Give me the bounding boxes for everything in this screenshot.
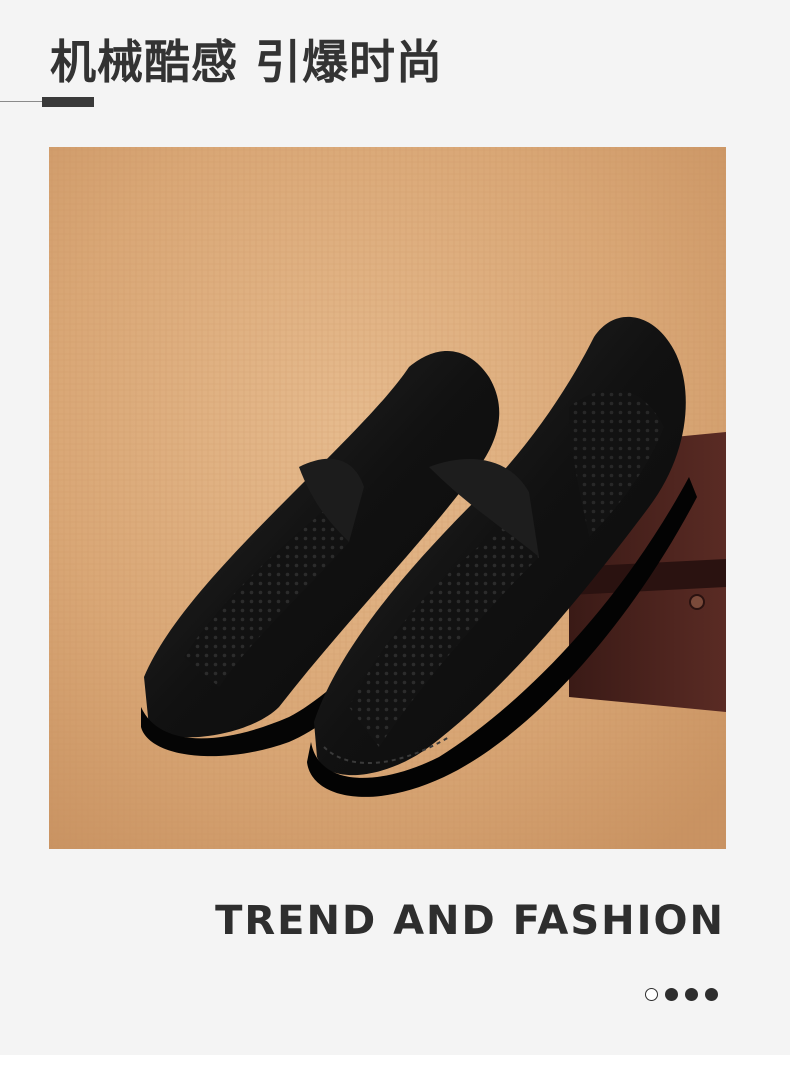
pager-dot-1[interactable] — [645, 988, 658, 1001]
footer-band — [0, 1055, 790, 1075]
title-accent-bar — [42, 97, 94, 107]
loafers-illustration — [49, 147, 726, 849]
page-title: 机械酷感 引爆时尚 — [50, 35, 444, 89]
pager-dot-3[interactable] — [685, 988, 698, 1001]
product-photo — [49, 147, 726, 849]
carousel-pager — [645, 988, 718, 1001]
tagline: TREND AND FASHION — [215, 898, 725, 944]
pager-dot-2[interactable] — [665, 988, 678, 1001]
pager-dot-4[interactable] — [705, 988, 718, 1001]
